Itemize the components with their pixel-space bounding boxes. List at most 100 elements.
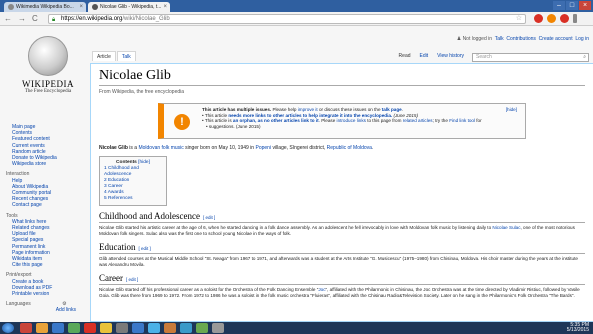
- search-input[interactable]: Search ⌕: [472, 53, 589, 62]
- search-icon[interactable]: ⌕: [583, 54, 586, 61]
- tab-title: Wikimedia Wikipedia Bo...: [16, 4, 74, 10]
- section-paragraph: Nicolae Glib started his artistic career…: [99, 225, 575, 236]
- sidebar-item-store[interactable]: Wikipedia store: [6, 161, 86, 167]
- browser-toolbar: ← → C 🔒︎ https://en.wikipedia.org/wiki/N…: [0, 12, 593, 26]
- back-button[interactable]: ←: [4, 14, 12, 24]
- talk-page-link[interactable]: talk page: [382, 107, 402, 112]
- menu-icon[interactable]: [573, 14, 577, 23]
- url-host: https://en.wikipedia.org: [61, 16, 123, 22]
- warning-icon: !: [174, 114, 190, 130]
- address-bar[interactable]: 🔒︎ https://en.wikipedia.org/wiki/Nicolae…: [48, 14, 526, 24]
- toc-hide-link[interactable]: [hide]: [138, 160, 150, 165]
- orphan-link[interactable]: an orphan, as no other articles link to …: [233, 118, 319, 123]
- extension-icon[interactable]: [547, 14, 556, 23]
- talk-link[interactable]: Talk: [495, 36, 504, 42]
- start-button[interactable]: [2, 323, 14, 333]
- edit-section-link[interactable]: [ edit ]: [126, 277, 138, 282]
- moldova-link[interactable]: Republic of Moldova: [327, 145, 372, 151]
- url-path: /wiki/Nicolae_Glib: [122, 16, 170, 22]
- issues-list: This article needs more links to other a…: [202, 113, 521, 130]
- hide-issues-link[interactable]: [hide]: [506, 107, 517, 113]
- tab-talk[interactable]: Talk: [116, 51, 136, 61]
- sidebar-item-printable[interactable]: Printable version: [6, 291, 86, 297]
- sidebar-item-add-links[interactable]: Add links: [6, 307, 86, 313]
- tab-article[interactable]: Article: [92, 51, 116, 61]
- taskbar-apps: [20, 323, 224, 333]
- window-controls: – □ ×: [553, 1, 591, 10]
- maximize-button[interactable]: □: [566, 1, 578, 10]
- taskbar-app-icon[interactable]: [84, 323, 96, 333]
- wikipedia-favicon-icon: [92, 4, 98, 10]
- lock-icon: 🔒︎: [52, 17, 56, 23]
- wikipedia-page: WIKIPEDIA The Free Encyclopedia ♟ Not lo…: [0, 26, 593, 322]
- needs-links-link[interactable]: needs more links to other articles to he…: [228, 113, 392, 118]
- sidebar: Main page Contents Featured content Curr…: [6, 124, 86, 314]
- taskbar-app-icon[interactable]: [164, 323, 176, 333]
- tab-view-history[interactable]: View history: [433, 51, 468, 61]
- browser-tab-strip: Wikimedia Wikipedia Bo... × Nicolae Glib…: [0, 0, 593, 12]
- extension-icon[interactable]: [560, 14, 569, 23]
- taskbar-app-icon[interactable]: [20, 323, 32, 333]
- toc-item[interactable]: 1 Childhood and Adolescence: [104, 166, 162, 178]
- extension-icon[interactable]: [534, 14, 543, 23]
- section-paragraph: Nicolae Glib started off his professiona…: [99, 287, 580, 298]
- tab-close-icon[interactable]: ×: [79, 2, 83, 12]
- joc-link[interactable]: Joc: [318, 287, 325, 292]
- close-window-button[interactable]: ×: [579, 1, 591, 10]
- page-title: Nicolae Glib: [99, 68, 585, 86]
- tab-title: Nicolae Glib - Wikipedia, t...: [100, 4, 162, 10]
- browser-tab-active[interactable]: Nicolae Glib - Wikipedia, t... ×: [88, 2, 170, 12]
- sidebar-item-contact[interactable]: Contact page: [6, 202, 86, 208]
- tab-read[interactable]: Read: [394, 51, 415, 61]
- favicon-icon: [8, 4, 14, 10]
- tab-close-icon[interactable]: ×: [163, 2, 167, 12]
- bookmark-star-icon[interactable]: ☆: [516, 15, 522, 23]
- find-link-tool-link[interactable]: Find link tool: [449, 118, 475, 123]
- view-tabs: Read Edit View history: [394, 51, 469, 61]
- taskbar-app-icon[interactable]: [36, 323, 48, 333]
- site-sub: From Wikipedia, the free encyclopedia: [99, 89, 185, 95]
- taskbar-app-icon[interactable]: [132, 323, 144, 333]
- article-content: Nicolae Glib From Wikipedia, the free en…: [90, 63, 593, 322]
- taskbar-app-icon[interactable]: [180, 323, 192, 333]
- related-articles-link[interactable]: related articles: [403, 118, 433, 123]
- taskbar-app-icon[interactable]: [212, 323, 224, 333]
- windows-taskbar: 5:35 PM 5/13/2015: [0, 322, 593, 334]
- wikipedia-logo[interactable]: WIKIPEDIA The Free Encyclopedia: [12, 36, 84, 106]
- clock-date[interactable]: 5/13/2015: [567, 328, 589, 333]
- login-link[interactable]: Log in: [575, 36, 589, 42]
- improve-link[interactable]: improve it: [298, 107, 318, 112]
- reload-button[interactable]: C: [32, 14, 38, 24]
- search-placeholder: Search: [476, 54, 492, 60]
- edit-section-link[interactable]: [ edit ]: [203, 215, 215, 220]
- contributions-link[interactable]: Contributions: [506, 36, 535, 42]
- popeni-link[interactable]: Popeni: [255, 145, 271, 151]
- taskbar-app-icon[interactable]: [52, 323, 64, 333]
- gear-icon[interactable]: ⚙: [62, 301, 66, 307]
- taskbar-app-icon[interactable]: [196, 323, 208, 333]
- taskbar-app-icon[interactable]: [68, 323, 80, 333]
- introduce-links-link[interactable]: introduce links: [337, 118, 366, 123]
- issue-item-cont: suggestions. (June 2015): [202, 124, 521, 130]
- taskbar-app-icon[interactable]: [100, 323, 112, 333]
- section-heading: Education[ edit ]: [99, 242, 585, 254]
- section-heading: Career[ edit ]: [99, 273, 585, 285]
- namespace-tabs: Article Talk: [92, 51, 137, 61]
- multiple-issues-box: ! [hide] This article has multiple issue…: [158, 103, 526, 139]
- section-heading: Childhood and Adolescence[ edit ]: [99, 211, 585, 223]
- folk-music-link[interactable]: Moldovan folk music: [138, 145, 183, 151]
- toc-item[interactable]: 5 References: [104, 196, 162, 202]
- create-account-link[interactable]: Create account: [539, 36, 573, 42]
- system-tray: 5:35 PM 5/13/2015: [567, 323, 589, 333]
- tagline: The Free Encyclopedia: [24, 89, 72, 94]
- minimize-button[interactable]: –: [553, 1, 565, 10]
- nicolae-sulac-link[interactable]: Nicolae Sulac: [492, 225, 520, 230]
- edit-section-link[interactable]: [ edit ]: [139, 246, 151, 251]
- tab-edit[interactable]: Edit: [415, 51, 433, 61]
- forward-button[interactable]: →: [18, 14, 26, 24]
- browser-tab[interactable]: Wikimedia Wikipedia Bo... ×: [4, 2, 86, 12]
- sidebar-item-cite[interactable]: Cite this page: [6, 262, 86, 268]
- taskbar-app-icon[interactable]: [148, 323, 160, 333]
- section-paragraph: Glib attended courses at the Musical Mid…: [99, 256, 578, 267]
- taskbar-app-icon[interactable]: [116, 323, 128, 333]
